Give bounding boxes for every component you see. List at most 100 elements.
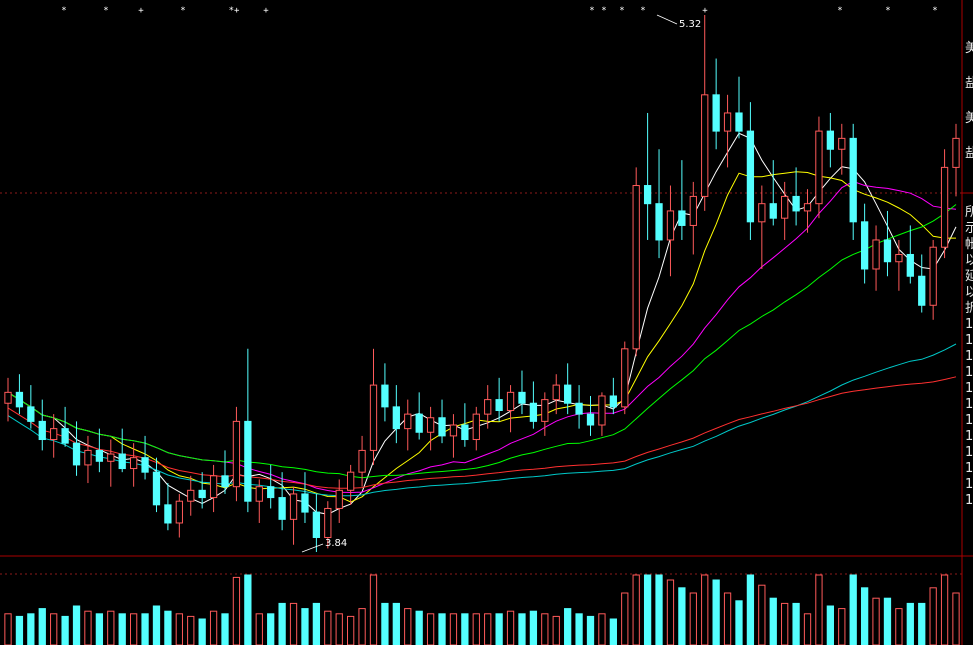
volume-bar [347,615,355,645]
volume-bar [61,615,69,645]
volume-bar [621,592,629,645]
volume-bar [415,610,423,645]
candle-body [849,137,857,223]
signal-marker: * [61,6,66,16]
side-panel-char: 所 [965,205,973,220]
volume-bar [301,608,309,645]
volume-bar [335,613,343,645]
volume-bar [72,605,81,645]
volume-bar [826,605,835,645]
side-panel-char: 1 [965,349,973,364]
volume-bar [666,579,675,645]
volume-bar [232,576,241,645]
side-panel-char: 盐 [965,146,973,161]
volume-bar [118,613,126,645]
volume-bar [883,597,892,645]
volume-bar [506,610,515,645]
candle-body [358,449,366,473]
candle-body [529,402,538,422]
volume-bar [404,608,412,645]
candle [232,406,241,502]
side-panel-char: 1 [965,477,973,492]
side-panel-char: 美 [965,111,973,126]
candle-body [301,493,309,513]
candle-body [198,489,206,499]
candle-body [381,384,389,408]
side-panel-char: 盐 [965,76,973,91]
candle-body [906,253,914,277]
volume-bar [472,613,480,645]
candle-body [632,185,640,350]
candle-body [940,166,949,248]
candle-body [838,137,846,150]
candle-body [769,203,777,219]
volume-bar [723,592,732,645]
candle-body [929,246,937,306]
volume-bar [575,613,583,645]
volume-bar [175,613,183,645]
candle-body [815,130,823,205]
candle-body [289,493,298,520]
candle-body [187,489,195,502]
signal-marker: + [138,6,144,16]
candle-body [678,210,686,226]
side-panel-char: 1 [965,365,973,380]
signal-marker: * [640,6,645,16]
candle-body [152,471,161,506]
side-panel-char: 1 [965,397,973,412]
candle-body [860,221,869,270]
candle-body [723,112,732,132]
candle-body [129,457,138,470]
candle-body [643,185,652,205]
volume-bar [267,613,275,645]
volume-bar [4,613,12,645]
volume-bar [381,602,389,645]
volume-bar [735,600,743,645]
side-panel-char: 1 [965,333,973,348]
volume-bar [198,618,206,645]
candle-body [50,428,58,441]
candle-body [369,384,378,451]
signal-marker: *+ [229,6,240,16]
candle-body [484,399,492,415]
candle-body [952,137,960,168]
volume-bar [792,602,800,645]
candle-body [61,428,69,444]
candle-body [666,210,675,241]
volume-bar [495,613,503,645]
candle-body [426,417,435,433]
volume-bar [484,613,492,645]
candle-body [404,413,412,430]
volume-bar [598,613,606,645]
candle-body [312,511,321,538]
candle-body [141,457,149,473]
candle-body [392,406,400,430]
volume-bar [392,602,400,645]
candle-body [792,195,800,212]
volume-bar [632,574,640,645]
candle-body [518,391,526,404]
candle [621,341,629,415]
volume-bar [815,574,823,645]
candle-body [918,275,926,306]
volume-bar [541,613,549,645]
signal-marker: * [103,6,108,16]
volume-bar [803,613,812,645]
candle-body [221,475,229,488]
candle-body [175,500,183,524]
side-panel-char: 帐 [965,237,973,252]
volume-bar [872,597,880,645]
candle-body [95,449,104,462]
candle-body [586,413,595,426]
high-price-label: 5.32 [679,19,701,30]
candle-body [758,203,766,223]
candle-body [735,112,743,132]
volume-bar [50,613,58,645]
volume-bar [860,587,869,645]
volume-bar [221,613,229,645]
volume-bar [164,610,172,645]
candle-body [689,195,697,226]
candle-body [564,384,572,404]
candle-body [164,504,172,524]
side-panel-char: 1 [965,413,973,428]
